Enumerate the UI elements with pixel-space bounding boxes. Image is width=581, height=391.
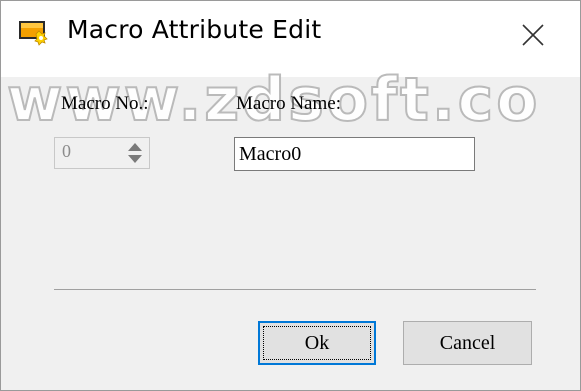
macro-app-icon — [19, 21, 48, 46]
arrow-down-icon — [127, 155, 142, 163]
close-icon — [522, 24, 544, 46]
window-title: Macro Attribute Edit — [67, 15, 322, 44]
macro-name-label: Macro Name: — [236, 93, 341, 114]
title-bar[interactable]: Macro Attribute Edit — [1, 1, 580, 77]
close-button[interactable] — [513, 15, 553, 55]
focus-rect — [263, 326, 371, 360]
macro-no-spinbox: 0 — [54, 137, 150, 169]
arrow-up-icon — [127, 143, 142, 151]
macro-no-label: Macro No.: — [61, 93, 149, 114]
spin-up-button — [125, 142, 144, 152]
spin-down-button — [125, 154, 144, 164]
macro-attribute-dialog: Macro Attribute Edit www.zdsoft.co Macro… — [0, 0, 581, 391]
cancel-button[interactable]: Cancel — [403, 321, 532, 365]
cancel-button-label: Cancel — [439, 331, 496, 354]
ok-button[interactable]: Ok — [258, 321, 376, 365]
spin-buttons — [125, 142, 144, 164]
divider — [54, 289, 536, 290]
macro-name-input[interactable] — [234, 137, 475, 171]
macro-no-value: 0 — [62, 141, 71, 161]
